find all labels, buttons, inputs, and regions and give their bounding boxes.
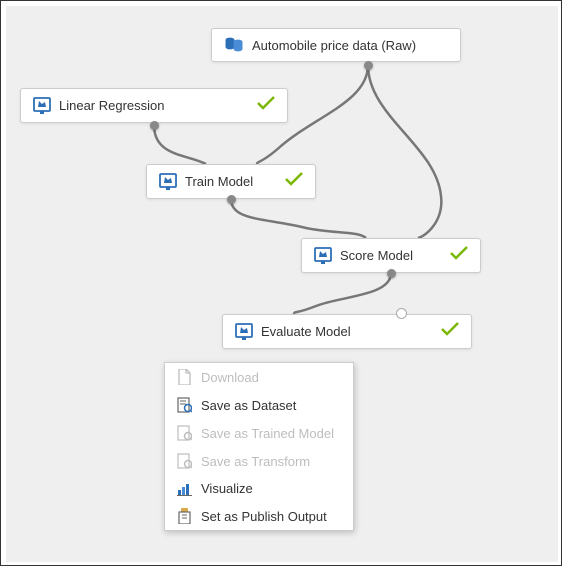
node-label: Train Model (185, 174, 275, 189)
node-label: Automobile price data (Raw) (252, 38, 448, 53)
output-port[interactable] (387, 269, 396, 278)
menu-item-save-as-trained-model: Save as Trained Model (165, 419, 353, 447)
output-port[interactable] (150, 121, 159, 130)
node-linear-regression[interactable]: Linear Regression (20, 88, 288, 123)
save-dataset-icon (175, 397, 193, 413)
menu-label: Save as Trained Model (201, 426, 334, 441)
context-menu: Download Save as Dataset Save as Trained… (164, 362, 354, 531)
input-port-open[interactable] (396, 308, 407, 319)
menu-item-save-as-dataset[interactable]: Save as Dataset (165, 391, 353, 419)
module-icon (159, 173, 177, 191)
node-evaluate-model[interactable]: Evaluate Model (222, 314, 472, 349)
menu-label: Save as Dataset (201, 398, 296, 413)
node-score-model[interactable]: Score Model (301, 238, 481, 273)
node-label: Score Model (340, 248, 440, 263)
module-icon (33, 97, 51, 115)
output-port[interactable] (227, 195, 236, 204)
menu-label: Save as Transform (201, 454, 310, 469)
node-label: Linear Regression (59, 98, 247, 113)
save-model-icon (175, 425, 193, 441)
menu-item-set-as-publish-output[interactable]: Set as Publish Output (165, 502, 353, 530)
menu-label: Visualize (201, 481, 253, 496)
menu-item-download: Download (165, 363, 353, 391)
module-icon (235, 323, 253, 341)
publish-output-icon (175, 508, 193, 524)
node-label: Evaluate Model (261, 324, 431, 339)
check-icon (257, 96, 275, 115)
output-port[interactable] (364, 61, 373, 70)
check-icon (450, 246, 468, 265)
save-transform-icon (175, 453, 193, 469)
module-icon (314, 247, 332, 265)
document-icon (175, 369, 193, 385)
check-icon (441, 322, 459, 341)
visualize-icon (175, 482, 193, 496)
database-icon (224, 36, 244, 54)
node-train-model[interactable]: Train Model (146, 164, 316, 199)
menu-item-save-as-transform: Save as Transform (165, 447, 353, 475)
menu-label: Download (201, 370, 259, 385)
experiment-canvas[interactable]: Automobile price data (Raw) Linear Regre… (6, 6, 558, 562)
menu-label: Set as Publish Output (201, 509, 327, 524)
menu-item-visualize[interactable]: Visualize (165, 475, 353, 502)
check-icon (285, 172, 303, 191)
node-data-source[interactable]: Automobile price data (Raw) (211, 28, 461, 62)
